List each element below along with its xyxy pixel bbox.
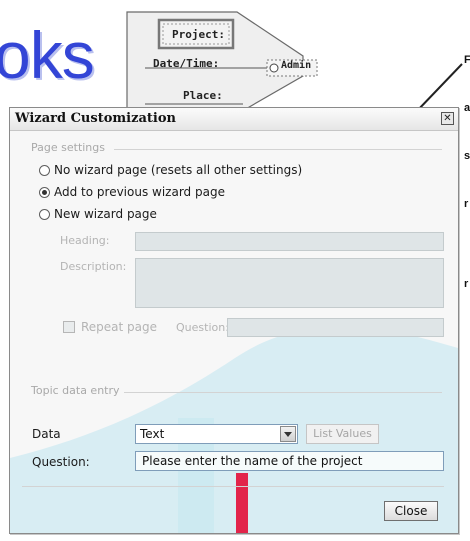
topic-data-entry-label: Topic data entry: [31, 384, 120, 397]
repeat-page-label: Repeat page: [81, 320, 158, 334]
radio-label: No wizard page (resets all other setting…: [54, 163, 303, 177]
dialog-title: Wizard Customization: [15, 111, 176, 126]
tag-datetime-label: Date/Time:: [153, 57, 220, 70]
question-input[interactable]: Please enter the name of the project: [135, 451, 444, 471]
background-heading-fragment: oks: [0, 18, 95, 92]
description-label: Description:: [60, 260, 127, 273]
data-type-select[interactable]: Text: [135, 424, 298, 444]
radio-no-wizard-page[interactable]: No wizard page (resets all other setting…: [39, 161, 302, 179]
data-label: Data: [32, 427, 61, 441]
tag-project-label: Project:: [172, 28, 225, 41]
callout-line: s: [464, 150, 470, 162]
radio-button[interactable]: [39, 208, 50, 220]
callout-line: F: [464, 54, 470, 66]
question-label: Question:: [32, 455, 90, 469]
tag-place-label: Place:: [183, 89, 223, 102]
radio-label: New wizard page: [54, 207, 157, 221]
callout-text-fragment: F a s r r: [464, 20, 470, 308]
callout-line: a: [464, 102, 470, 114]
page-settings-divider: [114, 149, 442, 150]
topic-data-divider: [124, 392, 442, 393]
repeat-question-label: Question:: [176, 321, 229, 334]
heading-label: Heading:: [60, 234, 110, 247]
repeat-page-checkbox[interactable]: [63, 321, 75, 333]
heading-field[interactable]: [135, 232, 444, 251]
footer-divider: [22, 486, 444, 487]
radio-label: Add to previous wizard page: [54, 185, 225, 199]
tag-admin-label: Admin: [281, 60, 312, 71]
chevron-down-icon[interactable]: [280, 426, 296, 442]
description-field[interactable]: [135, 258, 444, 308]
list-values-button[interactable]: List Values: [306, 424, 379, 444]
repeat-question-field[interactable]: [227, 318, 444, 337]
callout-line: r: [464, 198, 469, 210]
radio-button-selected[interactable]: [39, 186, 50, 198]
data-type-value: Text: [140, 427, 165, 441]
wizard-customization-dialog: Wizard Customization ✕ Page settings No …: [9, 107, 459, 534]
dialog-titlebar[interactable]: Wizard Customization ✕: [10, 108, 458, 131]
close-icon[interactable]: ✕: [441, 112, 454, 125]
close-button[interactable]: Close: [384, 501, 438, 521]
radio-add-to-previous-page[interactable]: Add to previous wizard page: [39, 183, 225, 201]
callout-line: r: [464, 278, 469, 290]
page-settings-label: Page settings: [31, 141, 105, 154]
radio-button[interactable]: [39, 164, 50, 176]
radio-new-wizard-page[interactable]: New wizard page: [39, 205, 157, 223]
